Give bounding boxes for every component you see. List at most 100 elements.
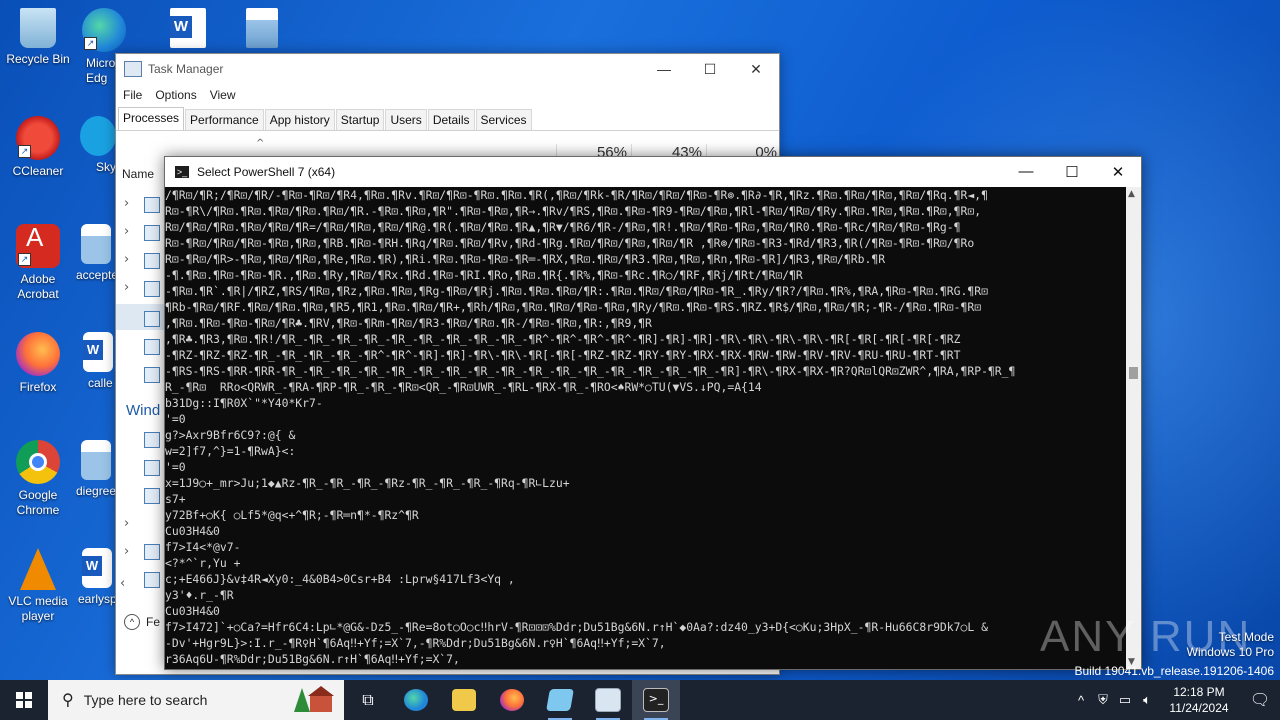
tab-details[interactable]: Details (427, 109, 475, 130)
caller-document-desktop-icon[interactable]: W calle (80, 332, 116, 391)
action-center-icon[interactable]: 🗨︎ (1240, 690, 1280, 710)
volume-icon[interactable]: 🔈︎ (1136, 692, 1158, 708)
earlysp-document-desktop-icon[interactable]: W earlysp (78, 548, 116, 607)
powershell-window[interactable]: >_ Select PowerShell 7 (x64) — ☐ ✕ /¶R⊡/… (164, 156, 1142, 670)
menu-view[interactable]: View (210, 88, 236, 102)
image-file-icon (246, 8, 278, 48)
minimize-button[interactable]: — (641, 61, 687, 78)
ccleaner-icon: ↗ (16, 116, 60, 160)
console-line: ,¶R⊡.¶R⊡-¶R⊡-¶R⊡/¶R♣.¶RV,¶R⊡-¶Rm-¶R⊡/¶R3… (165, 316, 652, 330)
maximize-button[interactable]: ☐ (687, 61, 733, 78)
powershell-titlebar[interactable]: >_ Select PowerShell 7 (x64) — ☐ ✕ (165, 157, 1141, 187)
desktop-icon-label: Adobe Acrobat (17, 272, 59, 301)
image-file-icon (81, 440, 111, 480)
desktop-icon-label: CCleaner (12, 164, 64, 178)
name-column-header[interactable]: Name (122, 167, 154, 181)
firefox-taskbar-button[interactable] (488, 680, 536, 720)
search-placeholder: Type here to search (83, 692, 208, 708)
expand-chevron-icon[interactable]: › (124, 280, 129, 295)
vlc-cone-icon (20, 548, 56, 590)
console-line: c;+E466J}&v‡4R◄Xy0:_4&0B4>0Csr+B4 :Lprw§… (165, 572, 515, 586)
desktop-icon-label: Sky (95, 160, 116, 174)
process-icon (144, 544, 160, 560)
minimize-button[interactable]: — (1003, 163, 1049, 181)
tab-services[interactable]: Services (475, 109, 532, 130)
tab-app-history[interactable]: App history (264, 109, 335, 130)
console-line: R_-¶R⊡ RRo<QRWR_-¶RA-¶RP-¶R_-¶R_-¶R⊡<QR_… (165, 380, 762, 394)
task-manager-taskbar-button[interactable] (584, 680, 632, 720)
powershell-icon: >_ (175, 166, 189, 178)
clock-date: 11/24/2024 (1169, 701, 1229, 715)
vlc-desktop-icon[interactable]: VLC media player (0, 548, 76, 624)
file-explorer-taskbar-button[interactable] (440, 680, 488, 720)
console-line: ,¶R♣.¶R3,¶R⊡.¶R!/¶R_-¶R_-¶R_-¶R_-¶R_-¶R_… (165, 332, 961, 346)
process-icon (144, 367, 160, 383)
desktop-icon-label: accepte (76, 268, 116, 282)
tab-users[interactable]: Users (385, 109, 427, 130)
console-line: /¶R⊡/¶R;/¶R⊡/¶R/-¶R⊡-¶R⊡/¶R4,¶R⊡.¶Rv.¶R⊡… (165, 188, 988, 202)
search-icon: ⚲ (62, 692, 74, 709)
firefox-desktop-icon[interactable]: Firefox (0, 332, 76, 395)
expand-chevron-icon[interactable]: › (124, 544, 129, 559)
vertical-scrollbar[interactable]: ▲ ▼ (1126, 187, 1141, 669)
console-line: -¶RZ-¶RZ-¶RZ-¶R_-¶R_-¶R_-¶R_-¶R^-¶R^-¶R]… (165, 348, 961, 362)
expand-chevron-icon[interactable]: › (124, 252, 129, 267)
holiday-trees-icon (294, 686, 334, 712)
tab-startup[interactable]: Startup (335, 109, 385, 130)
process-icon (144, 225, 160, 241)
desktop-icon-label: Recycle Bin (6, 52, 70, 66)
recycle-bin-icon (20, 8, 56, 48)
show-hidden-icons-chevron-icon[interactable]: ^ (1070, 693, 1092, 708)
scroll-left-arrow-icon[interactable]: ‹ (120, 576, 125, 591)
start-button[interactable] (0, 680, 48, 720)
task-manager-icon (595, 688, 621, 712)
taskbar-search-box[interactable]: ⚲ Type here to search (48, 680, 344, 720)
task-manager-icon (124, 61, 142, 77)
desktop-icon-label: diegree (76, 484, 116, 498)
tab-performance[interactable]: Performance (185, 109, 264, 130)
process-icon (144, 311, 160, 327)
adobe-acrobat-desktop-icon[interactable]: A ↗ Adobe Acrobat (0, 224, 76, 302)
console-line: Cu03H4&0 (165, 604, 220, 618)
console-output[interactable]: /¶R⊡/¶R;/¶R⊡/¶R/-¶R⊡-¶R⊡/¶R4,¶R⊡.¶Rv.¶R⊡… (165, 187, 1125, 669)
process-icon (144, 339, 160, 355)
powershell-title: Select PowerShell 7 (x64) (197, 165, 336, 179)
console-line: f7>I4<*@v7- (165, 540, 241, 554)
notepad-taskbar-button[interactable] (536, 680, 584, 720)
accepted-file-desktop-icon[interactable]: accepte (76, 224, 116, 283)
console-line: g?>Axr9Bfr6C9?:@{ & (165, 428, 296, 442)
expand-chevron-icon[interactable]: › (124, 224, 129, 239)
ccleaner-desktop-icon[interactable]: ↗ CCleaner (0, 116, 76, 179)
menu-file[interactable]: File (123, 88, 142, 102)
google-chrome-desktop-icon[interactable]: Google Chrome (0, 440, 76, 518)
console-line: b31Dg::I¶R0X`"*Y40*Kr7- (165, 396, 323, 410)
console-line: '=0 (165, 412, 186, 426)
menu-options[interactable]: Options (155, 88, 196, 102)
fewer-details-button[interactable]: ^ Fe (124, 614, 160, 630)
close-button[interactable]: ✕ (733, 61, 779, 78)
scroll-up-arrow-icon[interactable]: ▲ (1128, 189, 1135, 199)
task-manager-menu: File Options View (116, 84, 779, 106)
task-manager-titlebar[interactable]: Task Manager — ☐ ✕ (116, 54, 779, 84)
expand-chevron-icon[interactable]: › (124, 516, 129, 531)
process-icon (144, 253, 160, 269)
skype-desktop-icon[interactable]: Sky (80, 116, 116, 175)
security-shield-icon[interactable]: ⛨ (1092, 692, 1114, 708)
word-document-desktop-icon[interactable]: W (158, 8, 218, 52)
taskbar-clock[interactable]: 12:18 PM 11/24/2024 (1162, 684, 1236, 716)
tab-processes[interactable]: Processes (118, 107, 185, 130)
notepad-icon (546, 689, 574, 711)
expand-chevron-icon[interactable]: › (124, 196, 129, 211)
close-button[interactable]: ✕ (1095, 163, 1141, 181)
word-document-icon: W (82, 548, 112, 588)
powershell-taskbar-button[interactable]: >_ (632, 680, 680, 720)
scrollbar-thumb[interactable] (1129, 367, 1138, 379)
network-icon[interactable]: ▭ (1114, 692, 1136, 708)
task-view-button[interactable]: ⧉ (344, 680, 392, 720)
edge-taskbar-button[interactable] (392, 680, 440, 720)
maximize-button[interactable]: ☐ (1049, 163, 1095, 181)
recycle-bin-desktop-icon[interactable]: Recycle Bin (0, 8, 76, 67)
diegree-file-desktop-icon[interactable]: diegree (76, 440, 116, 499)
image-file-desktop-icon[interactable] (232, 8, 292, 52)
folder-icon (452, 689, 476, 711)
